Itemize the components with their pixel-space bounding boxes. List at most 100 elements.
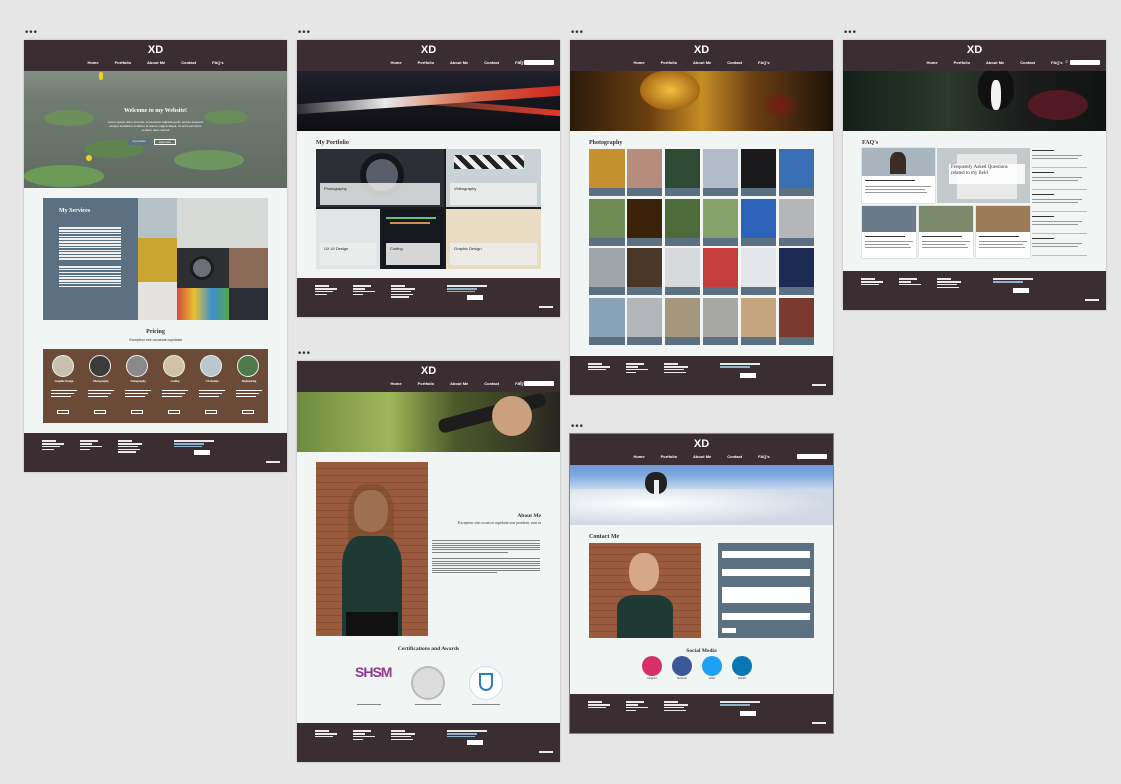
search-input[interactable] <box>524 60 554 65</box>
site-logo[interactable]: XD <box>843 44 1106 56</box>
photo-tile[interactable] <box>778 198 814 246</box>
photo-tile[interactable] <box>740 149 777 196</box>
artboard-menu-icon[interactable]: ••• <box>570 423 584 432</box>
twitter-icon[interactable]: twitter <box>702 656 722 680</box>
nav-home[interactable]: Home <box>390 60 401 65</box>
photo-tile[interactable] <box>702 198 739 246</box>
nav-faq[interactable]: FAQ's <box>758 454 769 459</box>
faq-card[interactable] <box>862 206 916 258</box>
photo-tile[interactable] <box>589 149 625 196</box>
faq-list-item[interactable] <box>1032 170 1087 190</box>
faq-feature[interactable]: Frequently Asked Questions related to my… <box>937 148 1030 203</box>
instagram-icon[interactable]: instagram <box>642 656 662 680</box>
faq-card[interactable] <box>919 206 973 258</box>
nav-portfolio[interactable]: Portfolio <box>115 60 131 65</box>
photo-tile[interactable] <box>589 198 625 246</box>
pricing-button[interactable] <box>205 410 217 414</box>
photo-tile[interactable] <box>664 297 701 345</box>
tile-coding[interactable]: Coding <box>390 246 403 251</box>
search-icon[interactable]: ⌕ <box>1065 59 1068 65</box>
artboard-about[interactable]: XD Home Portfolio About Me Contact FAQ's… <box>297 361 560 762</box>
phone-field[interactable] <box>722 613 810 620</box>
nav-home[interactable]: Home <box>633 454 644 459</box>
nav-contact[interactable]: Contact <box>181 60 196 65</box>
artboard-faq[interactable]: XD Home Portfolio About Me Contact FAQ's… <box>843 40 1106 310</box>
photo-tile[interactable] <box>740 248 777 296</box>
artboard-contact[interactable]: XD Home Portfolio About Me Contact FAQ's… <box>569 433 834 734</box>
artboard-menu-icon[interactable]: ••• <box>570 29 584 38</box>
nav-about[interactable]: About Me <box>450 381 468 386</box>
footer-subscribe-button[interactable] <box>740 373 756 378</box>
search-input[interactable] <box>797 454 827 459</box>
nav-contact[interactable]: Contact <box>727 60 742 65</box>
faq-list-item[interactable] <box>1032 214 1087 234</box>
faq-card[interactable] <box>976 206 1030 258</box>
pricing-button[interactable] <box>57 410 69 414</box>
pricing-button[interactable] <box>242 410 254 414</box>
nav-about[interactable]: About Me <box>986 60 1004 65</box>
nav-contact[interactable]: Contact <box>484 60 499 65</box>
nav-about[interactable]: About Me <box>147 60 165 65</box>
photo-tile[interactable] <box>626 297 663 345</box>
site-logo[interactable]: XD <box>297 44 560 56</box>
photo-tile[interactable] <box>664 248 701 296</box>
artboard-menu-icon[interactable]: ••• <box>843 29 857 38</box>
nav-portfolio[interactable]: Portfolio <box>661 60 677 65</box>
photo-tile[interactable] <box>626 198 663 246</box>
nav-faq[interactable]: FAQ's <box>1051 60 1062 65</box>
tile-graphic-design[interactable]: Graphic Design <box>454 246 482 251</box>
my-services-button[interactable]: my services <box>128 139 150 145</box>
photo-tile[interactable] <box>778 248 814 296</box>
site-logo[interactable]: XD <box>570 44 833 56</box>
photo-tile[interactable] <box>626 248 663 296</box>
nav-contact[interactable]: Contact <box>484 381 499 386</box>
photo-tile[interactable] <box>740 297 777 345</box>
nav-portfolio[interactable]: Portfolio <box>661 454 677 459</box>
footer-subscribe-button[interactable] <box>194 450 210 455</box>
nav-portfolio[interactable]: Portfolio <box>418 60 434 65</box>
nav-home[interactable]: Home <box>926 60 937 65</box>
footer-subscribe-button[interactable] <box>1013 288 1029 293</box>
photo-tile[interactable] <box>664 149 701 196</box>
tile-ux-ui[interactable]: UX UI Design <box>324 246 348 251</box>
nav-about[interactable]: About Me <box>693 60 711 65</box>
submit-button[interactable] <box>722 628 736 633</box>
nav-faq[interactable]: FAQ's <box>758 60 769 65</box>
photo-tile[interactable] <box>626 149 663 196</box>
faq-list-item[interactable] <box>1032 192 1087 212</box>
message-field[interactable] <box>722 587 810 603</box>
artboard-photography[interactable]: XD Home Portfolio About Me Contact FAQ's… <box>570 40 833 395</box>
faq-card[interactable] <box>862 148 935 203</box>
pricing-button[interactable] <box>168 410 180 414</box>
nav-home[interactable]: Home <box>390 381 401 386</box>
artboard-menu-icon[interactable]: ••• <box>297 29 311 38</box>
facebook-icon[interactable]: facebook <box>672 656 692 680</box>
photo-tile[interactable] <box>664 198 701 246</box>
photo-tile[interactable] <box>702 248 739 296</box>
search-icon[interactable]: ⌕ <box>519 380 522 386</box>
nav-faq[interactable]: FAQ's <box>212 60 223 65</box>
photo-tile[interactable] <box>740 198 777 246</box>
nav-portfolio[interactable]: Portfolio <box>954 60 970 65</box>
nav-home[interactable]: Home <box>633 60 644 65</box>
pricing-button[interactable] <box>131 410 143 414</box>
search-icon[interactable]: ⌕ <box>519 59 522 65</box>
faq-list-item[interactable] <box>1032 148 1087 168</box>
search-input[interactable] <box>524 381 554 386</box>
footer-subscribe-button[interactable] <box>740 711 756 716</box>
nav-contact[interactable]: Contact <box>1020 60 1035 65</box>
faq-list-item[interactable] <box>1032 236 1087 256</box>
tile-photography[interactable]: Photography <box>324 186 347 191</box>
artboard-home[interactable]: Welcome to my Website! Lorem ipsum dolor… <box>24 40 287 472</box>
search-input[interactable] <box>1070 60 1100 65</box>
site-logo[interactable]: XD <box>297 365 560 377</box>
artboard-portfolio[interactable]: XD Home Portfolio About Me Contact FAQ's… <box>297 40 560 317</box>
photo-tile[interactable] <box>589 297 625 345</box>
nav-about[interactable]: About Me <box>450 60 468 65</box>
pricing-button[interactable] <box>94 410 106 414</box>
site-logo[interactable]: XD <box>570 438 833 450</box>
tile-videography[interactable]: Videography <box>454 186 476 191</box>
name-field[interactable] <box>722 551 810 558</box>
nav-contact[interactable]: Contact <box>727 454 742 459</box>
site-logo[interactable]: XD <box>24 44 287 56</box>
